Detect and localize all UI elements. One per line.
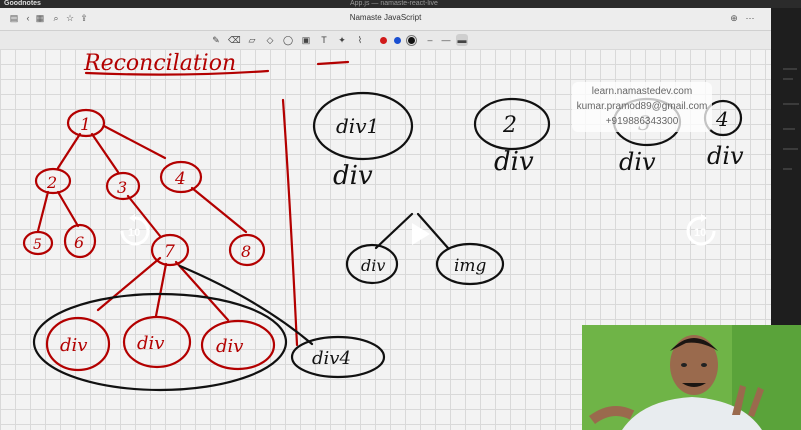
watermark-website: learn.namastedev.com bbox=[591, 86, 693, 97]
presenter-webcam bbox=[582, 325, 801, 430]
image-tool-icon[interactable]: ▣ bbox=[300, 34, 312, 46]
drawing-toolbar: ✎ ⌫ ▱ ◇ ◯ ▣ T ✦ ⌇ – — ▬ bbox=[0, 31, 771, 49]
contact-watermark: learn.namastedev.com kumar.pramod89@gmai… bbox=[572, 82, 712, 132]
document-title[interactable]: Namaste JavaScript bbox=[0, 13, 771, 22]
thick-stroke-icon[interactable]: ▬ bbox=[456, 34, 468, 46]
red-color-swatch[interactable] bbox=[380, 37, 387, 44]
svg-text:6: 6 bbox=[74, 233, 84, 252]
text-tool-icon[interactable]: T bbox=[318, 34, 330, 46]
divider-line bbox=[281, 98, 299, 347]
eraser-tool-icon[interactable]: ⌫ bbox=[228, 34, 241, 46]
svg-text:1: 1 bbox=[80, 115, 91, 135]
small-tree-div: div bbox=[345, 243, 399, 285]
element-tool-icon[interactable]: ✦ bbox=[336, 34, 348, 46]
title-bar: ▤ ‹ ▦ ⌕ ☆ ⇪ Namaste JavaScript ⊕ ⋯ bbox=[0, 8, 771, 31]
play-button[interactable] bbox=[402, 217, 436, 251]
top-sub-div-4: div bbox=[707, 142, 744, 170]
laser-tool-icon[interactable]: ⌇ bbox=[354, 34, 366, 46]
svg-text:8: 8 bbox=[241, 242, 251, 261]
top-node-div1: div1 bbox=[312, 91, 414, 161]
rewind-10-button[interactable]: 10 bbox=[118, 214, 152, 248]
leaf-div-1: div bbox=[45, 316, 111, 372]
svg-text:5: 5 bbox=[33, 237, 42, 253]
play-icon bbox=[412, 223, 430, 245]
svg-text:div: div bbox=[216, 336, 243, 357]
svg-text:7: 7 bbox=[164, 242, 175, 262]
tree-node-1: 1 bbox=[66, 108, 106, 138]
tree-node-6: 6 bbox=[63, 223, 97, 259]
svg-text:img: img bbox=[454, 256, 487, 276]
tree-node-2: 2 bbox=[34, 167, 72, 195]
lasso-tool-icon[interactable]: ◯ bbox=[282, 34, 294, 46]
top-sub-div-3: div bbox=[619, 148, 656, 176]
presenter-image bbox=[582, 325, 801, 430]
svg-text:2: 2 bbox=[46, 173, 57, 192]
heading-text: Reconcilation bbox=[83, 51, 236, 76]
div4-node: div4 bbox=[290, 335, 386, 379]
menubar-window-title: App.js — namaste-react-live bbox=[350, 0, 438, 7]
forward-10-button[interactable]: 10 bbox=[684, 214, 718, 248]
menubar-app-name[interactable]: Goodnotes bbox=[4, 0, 41, 8]
tree-node-8: 8 bbox=[228, 233, 266, 267]
pen-tool-icon[interactable]: ✎ bbox=[210, 34, 222, 46]
tree-node-3: 3 bbox=[105, 171, 141, 201]
svg-text:3: 3 bbox=[117, 178, 127, 197]
svg-text:2: 2 bbox=[502, 113, 517, 138]
highlighter-tool-icon[interactable]: ▱ bbox=[246, 34, 258, 46]
black-color-swatch[interactable] bbox=[406, 35, 417, 46]
thin-stroke-icon[interactable]: – bbox=[424, 34, 436, 46]
top-sub-div-1: div bbox=[333, 161, 373, 191]
watermark-email: kumar.pramod89@gmail.com bbox=[576, 101, 708, 112]
tree-node-4: 4 bbox=[159, 160, 203, 194]
connector-to-div4 bbox=[178, 264, 314, 346]
forward-label: 10 bbox=[694, 227, 706, 239]
top-sub-div-2: div bbox=[494, 147, 534, 177]
add-page-icon[interactable]: ⊕ bbox=[728, 12, 740, 24]
svg-text:div: div bbox=[60, 335, 87, 356]
top-node-2: 2 bbox=[473, 97, 551, 151]
tree-node-7: 7 bbox=[150, 233, 190, 267]
svg-text:div: div bbox=[361, 256, 385, 275]
tree-node-5: 5 bbox=[22, 230, 54, 256]
small-tree-img: img bbox=[435, 242, 505, 286]
heading-dash bbox=[316, 60, 350, 66]
rewind-label: 10 bbox=[128, 227, 140, 239]
svg-text:div: div bbox=[137, 333, 164, 354]
blue-color-swatch[interactable] bbox=[394, 37, 401, 44]
medium-stroke-icon[interactable]: — bbox=[440, 34, 452, 46]
macos-menubar: Goodnotes App.js — namaste-react-live bbox=[0, 0, 801, 8]
shapes-tool-icon[interactable]: ◇ bbox=[264, 34, 276, 46]
leaf-div-2: div bbox=[122, 315, 192, 369]
leaf-div-3: div bbox=[200, 319, 276, 371]
svg-text:div4: div4 bbox=[312, 348, 351, 369]
svg-text:4: 4 bbox=[715, 107, 729, 131]
svg-text:4: 4 bbox=[174, 169, 186, 189]
watermark-phone: +919886343300 bbox=[605, 116, 679, 127]
svg-text:div1: div1 bbox=[336, 114, 379, 138]
more-icon[interactable]: ⋯ bbox=[744, 12, 756, 24]
